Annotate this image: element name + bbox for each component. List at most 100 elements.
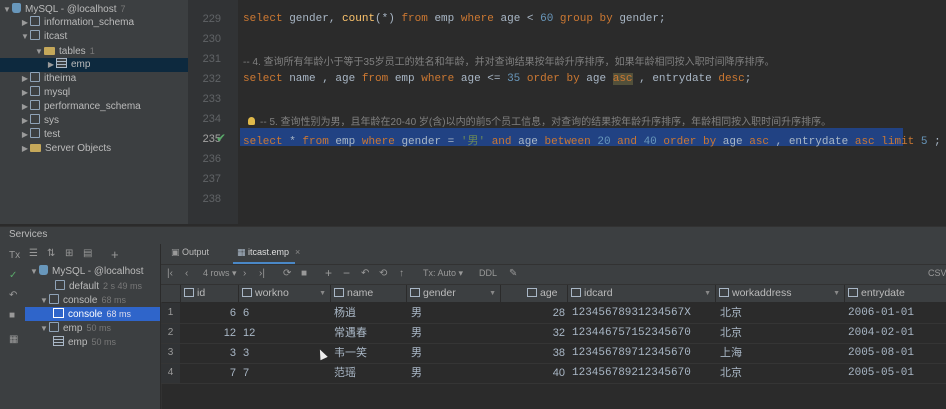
- tx-mode-dropdown[interactable]: Tx: Auto ▾: [423, 268, 463, 279]
- cell-id[interactable]: 7: [181, 363, 236, 383]
- chevron-down-icon[interactable]: ▼: [39, 322, 49, 336]
- last-page-icon[interactable]: ›|: [259, 268, 265, 279]
- prev-page-icon[interactable]: ‹: [185, 268, 188, 279]
- cell-age[interactable]: 40: [501, 363, 565, 383]
- chevron-down-icon[interactable]: ▼: [20, 30, 30, 44]
- row-number[interactable]: 1: [161, 303, 180, 323]
- cell-idcard[interactable]: 123456789712345670: [572, 343, 691, 363]
- tree-schema-itcast[interactable]: ▼ itcast: [20, 30, 67, 44]
- cell-name[interactable]: 韦一笑: [334, 343, 367, 363]
- revert-all-icon[interactable]: ⟲: [379, 268, 387, 279]
- cell-entrydate[interactable]: 2005-08-01: [848, 343, 914, 363]
- filter-icon[interactable]: ▤: [83, 248, 92, 259]
- tree-schema-information-schema[interactable]: ▶ information_schema: [20, 16, 134, 30]
- cell-entrydate[interactable]: 2005-05-01: [848, 363, 914, 383]
- next-page-icon[interactable]: ›: [243, 268, 246, 279]
- cell-id[interactable]: 3: [181, 343, 236, 363]
- cell-idcard[interactable]: 123456789212345670: [572, 363, 691, 383]
- lightbulb-icon[interactable]: [248, 117, 255, 125]
- cell-workaddress[interactable]: 北京: [720, 323, 742, 343]
- commit-icon[interactable]: ✓: [9, 270, 17, 281]
- tree-tables-folder[interactable]: ▼ tables 1: [34, 44, 95, 58]
- service-console-group[interactable]: ▼ console 68 ms: [39, 293, 126, 307]
- tab-itcast-emp[interactable]: ▦ itcast.emp ×: [237, 247, 300, 258]
- expand-all-icon[interactable]: ☰: [29, 248, 38, 259]
- cell-workno[interactable]: 7: [243, 363, 249, 383]
- service-console-selected[interactable]: console 68 ms: [25, 307, 160, 321]
- submit-icon[interactable]: ↑: [399, 268, 404, 279]
- transaction-icon[interactable]: Tx: [9, 250, 20, 261]
- cell-entrydate[interactable]: 2006-01-01: [848, 303, 914, 323]
- stop-icon[interactable]: ■: [9, 310, 15, 321]
- cell-workno[interactable]: 12: [243, 323, 255, 343]
- delete-row-icon[interactable]: −: [343, 266, 350, 280]
- column-header-workno[interactable]: workno ▼: [239, 285, 331, 302]
- add-row-icon[interactable]: +: [325, 266, 332, 280]
- chevron-right-icon[interactable]: ▶: [20, 72, 30, 86]
- cell-age[interactable]: 32: [501, 323, 565, 343]
- tree-schema-mysql[interactable]: ▶ mysql: [20, 86, 70, 100]
- revert-icon[interactable]: ↶: [361, 268, 369, 279]
- chevron-right-icon[interactable]: ▶: [20, 16, 30, 30]
- sort-icon[interactable]: ▼: [704, 285, 711, 302]
- sort-icon[interactable]: ▼: [833, 285, 840, 302]
- sort-icon[interactable]: ▼: [489, 285, 496, 302]
- cell-gender[interactable]: 男: [411, 343, 422, 363]
- layout-icon[interactable]: ▦: [9, 334, 18, 345]
- chevron-down-icon[interactable]: ▼: [29, 265, 39, 279]
- cell-gender[interactable]: 男: [411, 363, 422, 383]
- stop-icon[interactable]: ■: [301, 268, 307, 279]
- chevron-right-icon[interactable]: ▶: [46, 58, 56, 72]
- tree-connection[interactable]: ▼ MySQL - @localhost 7: [2, 2, 126, 16]
- rollback-icon[interactable]: ↶: [9, 290, 17, 301]
- tree-server-objects[interactable]: ▶ Server Objects: [20, 142, 111, 156]
- cell-workaddress[interactable]: 上海: [720, 343, 742, 363]
- cell-gender[interactable]: 男: [411, 323, 422, 343]
- cell-id[interactable]: 6: [181, 303, 236, 323]
- column-header-workaddress[interactable]: workaddress ▼: [716, 285, 845, 302]
- column-header-name[interactable]: name: [331, 285, 407, 302]
- cell-name[interactable]: 杨逍: [334, 303, 356, 323]
- tree-schema-performance-schema[interactable]: ▶ performance_schema: [20, 100, 141, 114]
- tree-schema-test[interactable]: ▶ test: [20, 128, 60, 142]
- cell-workno[interactable]: 6: [243, 303, 249, 323]
- column-header-gender[interactable]: gender ▼: [407, 285, 501, 302]
- first-page-icon[interactable]: |‹: [167, 268, 173, 279]
- chevron-right-icon[interactable]: ▶: [20, 100, 30, 114]
- chevron-down-icon[interactable]: ▼: [2, 3, 12, 17]
- rows-count-dropdown[interactable]: 4 rows ▾: [203, 268, 237, 279]
- ddl-button[interactable]: DDL: [479, 268, 497, 278]
- column-header-age[interactable]: age: [501, 285, 568, 302]
- chevron-right-icon[interactable]: ▶: [20, 86, 30, 100]
- row-number[interactable]: 2: [161, 323, 180, 343]
- cell-idcard[interactable]: 12345678931234567X: [572, 303, 691, 323]
- row-number[interactable]: 3: [161, 343, 180, 363]
- service-connection[interactable]: ▼ MySQL - @localhost: [29, 265, 143, 279]
- row-number[interactable]: 4: [161, 363, 180, 383]
- cell-name[interactable]: 范瑶: [334, 363, 356, 383]
- sort-icon[interactable]: ▼: [319, 285, 326, 302]
- chevron-right-icon[interactable]: ▶: [20, 142, 30, 156]
- chevron-down-icon[interactable]: ▼: [34, 45, 44, 59]
- cell-idcard[interactable]: 123446757152345670: [572, 323, 691, 343]
- cell-name[interactable]: 常遇春: [334, 323, 367, 343]
- cell-workno[interactable]: 3: [243, 343, 249, 363]
- service-emp-group[interactable]: ▼ emp 50 ms: [39, 321, 111, 335]
- pin-icon[interactable]: ✎: [509, 268, 517, 279]
- cell-id[interactable]: 12: [181, 323, 236, 343]
- collapse-all-icon[interactable]: ⇅: [47, 248, 55, 259]
- chevron-right-icon[interactable]: ▶: [20, 128, 30, 142]
- sql-editor[interactable]: [238, 0, 946, 224]
- cell-age[interactable]: 28: [501, 303, 565, 323]
- chevron-down-icon[interactable]: ▼: [39, 294, 49, 308]
- refresh-icon[interactable]: ⟳: [283, 268, 291, 279]
- cell-age[interactable]: 38: [501, 343, 565, 363]
- cell-entrydate[interactable]: 2004-02-01: [848, 323, 914, 343]
- service-emp[interactable]: emp 50 ms: [53, 335, 116, 349]
- add-icon[interactable]: +: [111, 247, 119, 262]
- group-icon[interactable]: ⊞: [65, 248, 73, 259]
- tab-output[interactable]: ▣ Output: [171, 247, 209, 258]
- close-icon[interactable]: ×: [295, 247, 300, 257]
- cell-workaddress[interactable]: 北京: [720, 303, 742, 323]
- chevron-right-icon[interactable]: ▶: [20, 114, 30, 128]
